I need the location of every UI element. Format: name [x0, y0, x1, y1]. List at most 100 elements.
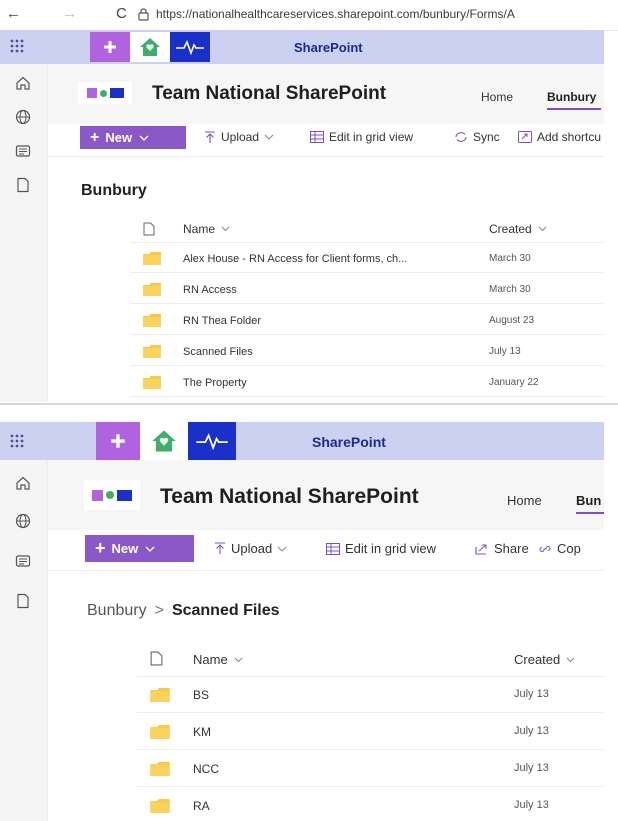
created-date: March 30 — [489, 284, 531, 295]
edit-grid-button[interactable]: Edit in grid view — [326, 541, 436, 556]
file-icon[interactable] — [14, 592, 32, 610]
file-name[interactable]: RN Thea Folder — [183, 315, 261, 327]
news-icon[interactable] — [14, 142, 32, 160]
divider — [137, 749, 604, 750]
brand-tiles — [96, 422, 236, 460]
divider — [130, 242, 604, 243]
site-title[interactable]: Team National SharePoint — [152, 83, 386, 105]
app-launcher-icon[interactable] — [9, 38, 25, 54]
upload-button[interactable]: Upload — [214, 541, 287, 556]
new-button[interactable]: + New — [85, 535, 194, 562]
suite-bar: SharePoint — [0, 422, 604, 460]
column-header-name[interactable]: Name — [183, 222, 230, 236]
site-title[interactable]: Team National SharePoint — [160, 485, 419, 509]
created-date: August 23 — [489, 315, 535, 326]
chevron-down-icon — [566, 657, 575, 662]
add-shortcut-label: Add shortcu — [537, 130, 602, 144]
plus-tile-icon — [90, 32, 130, 62]
house-tile-icon — [140, 422, 188, 460]
divider — [137, 712, 604, 713]
link-icon — [539, 545, 551, 552]
column-header-created[interactable]: Created — [514, 652, 575, 667]
folder-icon — [143, 345, 161, 358]
share-label: Share — [494, 541, 529, 556]
upload-icon — [205, 130, 215, 143]
home-icon[interactable] — [14, 474, 32, 492]
created-date: July 13 — [514, 688, 549, 700]
home-icon[interactable] — [14, 74, 32, 92]
suite-title[interactable]: SharePoint — [294, 40, 363, 55]
file-name[interactable]: KM — [193, 725, 211, 739]
sync-icon — [455, 132, 467, 142]
news-icon[interactable] — [14, 552, 32, 570]
column-name-label: Name — [193, 652, 228, 667]
globe-icon[interactable] — [14, 108, 32, 126]
grid-icon — [310, 131, 324, 143]
copy-link-button[interactable]: Cop — [538, 541, 581, 556]
file-name[interactable]: RN Access — [183, 284, 237, 296]
column-header-created[interactable]: Created — [489, 222, 547, 236]
column-header-name[interactable]: Name — [193, 652, 243, 667]
site-header: Team National SharePoint Home Bun — [48, 460, 604, 530]
nav-active-indicator — [576, 512, 604, 514]
reload-button[interactable]: C — [116, 5, 127, 22]
created-date: July 13 — [489, 346, 521, 357]
file-type-icon — [143, 222, 155, 236]
column-name-label: Name — [183, 222, 216, 236]
new-button[interactable]: + New — [80, 126, 186, 149]
file-name[interactable]: The Property — [183, 377, 247, 389]
back-button[interactable]: ← — [6, 5, 21, 22]
upload-button[interactable]: Upload — [204, 130, 274, 144]
heartbeat-tile-icon — [170, 32, 210, 62]
nav-bunbury[interactable]: Bunbury — [547, 90, 596, 104]
upload-icon — [215, 542, 225, 554]
edit-grid-button[interactable]: Edit in grid view — [310, 130, 413, 144]
file-icon[interactable] — [14, 176, 32, 194]
created-date: July 13 — [514, 762, 549, 774]
sync-button[interactable]: Sync — [454, 130, 500, 144]
plus-tile-icon — [96, 422, 140, 460]
folder-icon — [143, 283, 161, 296]
folder-icon — [143, 314, 161, 327]
nav-bunbury[interactable]: Bun — [576, 493, 601, 508]
app-launcher-icon[interactable] — [9, 433, 25, 449]
file-name[interactable]: Alex House - RN Access for Client forms,… — [183, 253, 407, 265]
site-header: Team National SharePoint Home Bunbury — [48, 64, 604, 124]
chevron-down-icon — [139, 135, 149, 141]
file-name[interactable]: RA — [193, 799, 210, 813]
created-date: July 13 — [514, 725, 549, 737]
suite-title[interactable]: SharePoint — [312, 434, 386, 450]
divider — [130, 396, 604, 397]
chevron-down-icon — [234, 657, 243, 662]
divider — [130, 272, 604, 273]
app-rail — [0, 460, 48, 821]
sync-label: Sync — [473, 130, 500, 144]
divider — [130, 334, 604, 335]
new-button-label: New — [105, 130, 133, 145]
forward-button[interactable]: → — [62, 5, 77, 22]
file-name[interactable]: BS — [193, 688, 209, 702]
screenshot-divider — [0, 403, 618, 405]
globe-icon[interactable] — [14, 512, 32, 530]
page-title: Bunbury — [81, 182, 147, 199]
brand-tiles — [90, 32, 210, 62]
shortcut-icon — [518, 131, 532, 143]
nav-home[interactable]: Home — [507, 493, 542, 508]
site-logo[interactable] — [78, 82, 132, 104]
file-name[interactable]: Scanned Files — [183, 346, 253, 358]
divider — [137, 786, 604, 787]
nav-home[interactable]: Home — [481, 90, 513, 104]
file-name[interactable]: NCC — [193, 762, 219, 776]
edit-grid-label: Edit in grid view — [329, 130, 414, 144]
share-button[interactable]: Share — [475, 541, 529, 556]
site-logo[interactable] — [84, 480, 140, 510]
upload-label: Upload — [221, 130, 260, 144]
add-shortcut-button[interactable]: Add shortcu — [518, 130, 601, 144]
folder-icon — [143, 252, 161, 265]
command-bar: + New Upload Edit in grid view Share Cop — [48, 530, 604, 571]
command-bar: + New Upload Edit in grid view Sync Add s… — [48, 124, 604, 157]
address-bar[interactable]: https://nationalhealthcareservices.share… — [156, 7, 515, 21]
grid-icon — [326, 542, 340, 555]
breadcrumb-parent[interactable]: Bunbury — [87, 602, 147, 620]
created-date: July 13 — [514, 799, 549, 811]
